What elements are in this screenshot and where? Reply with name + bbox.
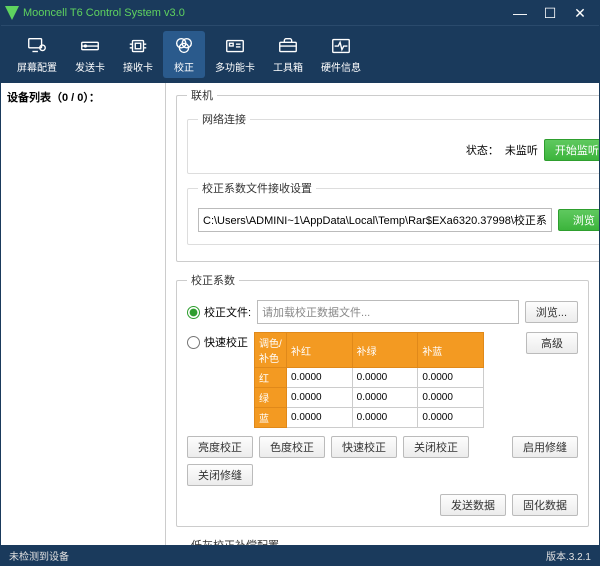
online-legend: 联机	[187, 87, 217, 103]
tool-label: 校正	[174, 59, 194, 74]
row-label: 绿	[255, 388, 287, 408]
browse-path-button[interactable]: 浏览	[558, 209, 599, 231]
th: 调色/补色	[255, 333, 287, 368]
tool-label: 多功能卡	[215, 59, 255, 74]
main-toolbar: 屏幕配置 发送卡 接收卡 校正 多功能卡 工具箱 硬件信息	[1, 25, 599, 83]
quick-corr-button[interactable]: 快速校正	[331, 436, 397, 458]
cell[interactable]: 0.0000	[418, 408, 484, 428]
main-panel[interactable]: 联机 网络连接 状态： 未监听 开始监听 校正系数文件接收设置 C:\Users…	[166, 83, 599, 545]
chroma-corr-button[interactable]: 色度校正	[259, 436, 325, 458]
tool-send-card[interactable]: 发送卡	[67, 31, 113, 78]
cell[interactable]: 0.0000	[352, 408, 418, 428]
cell[interactable]: 0.0000	[287, 388, 353, 408]
correction-table: 调色/补色 补红 补绿 补蓝 红 0.0000 0.0000 0.0000	[254, 332, 484, 428]
app-logo-icon	[5, 6, 19, 20]
corr-file-label: 校正文件:	[204, 304, 251, 320]
recv-path-legend: 校正系数文件接收设置	[198, 180, 316, 196]
status-left: 未检测到设备	[9, 548, 69, 563]
net-conn-legend: 网络连接	[198, 111, 250, 127]
row-label: 红	[255, 368, 287, 388]
quick-corr-radio-input[interactable]	[187, 336, 200, 349]
pulse-icon	[328, 35, 354, 57]
cell[interactable]: 0.0000	[287, 368, 353, 388]
table-row: 绿 0.0000 0.0000 0.0000	[255, 388, 484, 408]
status-label: 状态：	[466, 142, 499, 158]
tool-screen-config[interactable]: 屏幕配置	[9, 31, 65, 78]
tool-label: 工具箱	[273, 59, 303, 74]
app-window: Mooncell T6 Control System v3.0 — ☐ ✕ 屏幕…	[0, 0, 600, 566]
tool-recv-card[interactable]: 接收卡	[115, 31, 161, 78]
enable-fix-button[interactable]: 启用修缝	[512, 436, 578, 458]
close-button[interactable]: ✕	[565, 5, 595, 22]
th: 补红	[287, 333, 353, 368]
tool-toolbox[interactable]: 工具箱	[265, 31, 311, 78]
table-row: 蓝 0.0000 0.0000 0.0000	[255, 408, 484, 428]
tool-hardware-info[interactable]: 硬件信息	[313, 31, 369, 78]
brightness-corr-button[interactable]: 亮度校正	[187, 436, 253, 458]
net-conn-group: 网络连接 状态： 未监听 开始监听	[187, 111, 599, 174]
tool-correction[interactable]: 校正	[163, 31, 205, 78]
th: 补绿	[352, 333, 418, 368]
recv-path-input[interactable]: C:\Users\ADMINI~1\AppData\Local\Temp\Rar…	[198, 208, 552, 232]
titlebar: Mooncell T6 Control System v3.0 — ☐ ✕	[1, 1, 599, 25]
minimize-button[interactable]: —	[505, 5, 535, 21]
tool-label: 硬件信息	[321, 59, 361, 74]
corr-file-radio[interactable]: 校正文件:	[187, 304, 251, 320]
cell[interactable]: 0.0000	[352, 388, 418, 408]
lowgray-group: 低灰校正补偿配置 启用低灰校正补偿 阀值: L1 L2 范围:	[176, 537, 589, 545]
toolbox-icon	[275, 35, 301, 57]
corr-file-browse-button[interactable]: 浏览...	[525, 301, 578, 323]
cell[interactable]: 0.0000	[418, 368, 484, 388]
close-fix-button[interactable]: 关闭修缝	[187, 464, 253, 486]
corr-file-radio-input[interactable]	[187, 306, 200, 319]
recv-path-group: 校正系数文件接收设置 C:\Users\ADMINI~1\AppData\Loc…	[187, 180, 599, 245]
statusbar: 未检测到设备 版本.3.2.1	[1, 545, 599, 565]
corr-file-input[interactable]: 请加载校正数据文件...	[257, 300, 519, 324]
close-corr-button[interactable]: 关闭校正	[403, 436, 469, 458]
send-data-button[interactable]: 发送数据	[440, 494, 506, 516]
chip-icon	[125, 35, 151, 57]
status-value: 未监听	[505, 142, 538, 158]
body: 设备列表（0 / 0）： 联机 网络连接 状态： 未监听 开始监听 校正系数文件…	[1, 83, 599, 545]
tool-label: 发送卡	[75, 59, 105, 74]
correction-group: 校正系数 校正文件: 请加载校正数据文件... 浏览... 快速校正	[176, 272, 589, 527]
window-title: Mooncell T6 Control System v3.0	[23, 7, 505, 19]
tool-label: 接收卡	[123, 59, 153, 74]
device-list-label: 设备列表（0 / 0）：	[7, 92, 100, 104]
card-icon	[222, 35, 248, 57]
cell[interactable]: 0.0000	[287, 408, 353, 428]
sidebar: 设备列表（0 / 0）：	[1, 83, 166, 545]
start-listen-button[interactable]: 开始监听	[544, 139, 599, 161]
monitor-icon	[24, 35, 50, 57]
maximize-button[interactable]: ☐	[535, 5, 565, 22]
correction-legend: 校正系数	[187, 272, 239, 288]
table-header-row: 调色/补色 补红 补绿 补蓝	[255, 333, 484, 368]
online-group: 联机 网络连接 状态： 未监听 开始监听 校正系数文件接收设置 C:\Users…	[176, 87, 599, 262]
quick-corr-label: 快速校正	[204, 334, 248, 350]
cell[interactable]: 0.0000	[352, 368, 418, 388]
row-label: 蓝	[255, 408, 287, 428]
lowgray-legend: 低灰校正补偿配置	[187, 537, 283, 545]
tool-label: 屏幕配置	[17, 59, 57, 74]
quick-corr-radio[interactable]: 快速校正	[187, 332, 248, 350]
th: 补蓝	[418, 333, 484, 368]
table-row: 红 0.0000 0.0000 0.0000	[255, 368, 484, 388]
tool-multi-card[interactable]: 多功能卡	[207, 31, 263, 78]
advanced-button[interactable]: 高级	[526, 332, 578, 354]
hdd-icon	[77, 35, 103, 57]
solidify-data-button[interactable]: 固化数据	[512, 494, 578, 516]
cell[interactable]: 0.0000	[418, 388, 484, 408]
status-right: 版本.3.2.1	[546, 548, 591, 563]
venn-icon	[171, 35, 197, 57]
